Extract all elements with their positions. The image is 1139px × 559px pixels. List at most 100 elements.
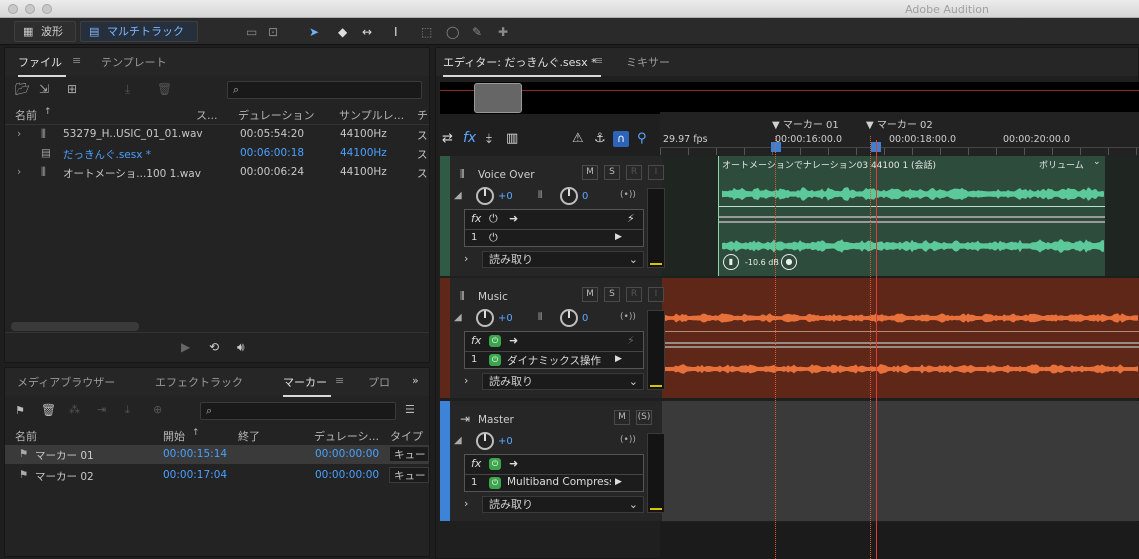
volume-value[interactable]: +0 [498,191,513,202]
volume-knob[interactable] [476,187,494,205]
expand-arrow-icon[interactable]: › [464,497,468,510]
column-type[interactable]: タイプ [390,428,423,444]
expand-arrow-icon[interactable]: › [17,128,21,140]
track-lane-master[interactable] [660,401,1139,521]
volume-value[interactable]: +0 [498,313,513,324]
toggle-volume-envelope-icon[interactable]: ⇄ [442,131,453,146]
column-channels[interactable]: チ [417,107,428,123]
column-status[interactable]: ス... [196,107,218,123]
slot-arrow-icon[interactable]: ▶ [615,354,622,364]
expand-arrow-icon[interactable]: › [464,374,468,387]
insert-marker-playlist-icon[interactable]: ⤓ [125,403,130,417]
volume-value[interactable]: +0 [498,436,513,447]
effects-rack-icon[interactable]: fx [463,130,476,146]
editor-menu-icon[interactable]: ≡ [594,54,603,67]
spectral-display-icon[interactable]: ▭ [246,25,257,39]
pan-knob[interactable] [560,309,578,327]
autoplay-icon[interactable]: 🔊︎ [237,340,245,355]
automation-mode-select[interactable]: 読み取り ⌄ [482,251,644,268]
track-name[interactable]: Music [478,291,508,303]
tab-editor[interactable]: エディター: だっきんぐ.sesx * [443,54,601,77]
mute-button[interactable]: M [582,287,598,302]
files-menu-icon[interactable]: ≡ [72,54,81,67]
slot-power-icon[interactable]: ⏻ [489,477,501,489]
fx-power-icon[interactable]: ⏻ [489,335,501,347]
marker-02-flag[interactable]: ▼ マーカー 02 [866,116,933,131]
file-row[interactable]: › ⫼ 53279_H..USIC_01_01.wav 00:05:54:20 … [5,125,429,144]
tab-files[interactable]: ファイル [18,54,66,77]
filter-markers-icon[interactable]: ☰ [405,403,415,416]
insert-into-multitrack-icon[interactable]: ⤓ [125,82,130,97]
pre-post-fader-icon[interactable]: ➜ [509,457,518,470]
monitor-input-button[interactable]: I [648,165,664,180]
marker-duration[interactable]: 00:00:00:00 [315,469,379,481]
slip-tool-icon[interactable]: ↔ [362,25,372,39]
volume-knob[interactable] [476,432,494,450]
marker-row[interactable]: ⚑ マーカー 02 00:00:17:04 00:00:00:00 キュー [5,466,429,485]
slot-power-icon[interactable]: ⏻ [489,231,498,245]
solo-button[interactable]: S [604,287,620,302]
time-selection-tool-icon[interactable]: I [394,25,398,39]
track-name[interactable]: Master [478,414,514,426]
overview-bar[interactable] [440,82,1139,114]
spot-healing-tool-icon[interactable]: ✚ [498,25,508,39]
stereo-icon[interactable]: (•)) [620,190,636,200]
tab-media-browser[interactable]: メディアブラウザー [17,374,115,390]
column-end[interactable]: 終了 [238,428,260,444]
snap-icon[interactable]: ⚓︎ [594,131,606,146]
stereo-icon[interactable]: (•)) [620,435,636,445]
new-file-icon[interactable]: ⊞ [67,82,77,96]
playhead-line[interactable] [876,140,877,559]
delete-file-icon[interactable]: 🗑︎ [157,82,172,96]
marker-01-handle[interactable] [771,142,781,152]
snapping-magnet-icon[interactable]: ∩ [613,131,629,147]
monitor-input-button[interactable]: I [648,287,664,302]
pan-value[interactable]: 0 [582,313,588,324]
fx-slot-label[interactable]: ダイナミックス操作 [507,353,601,368]
lasso-tool-icon[interactable]: ◯ [446,25,459,39]
markers-menu-icon[interactable]: ≡ [335,374,344,387]
column-samplerate[interactable]: サンプルレ... [339,107,404,123]
tab-properties[interactable]: プロ [368,374,390,390]
sends-icon[interactable]: ⤈ [486,131,492,146]
waveform-view-button[interactable]: ▦ 波形 [14,21,76,42]
horizontal-scrollbar[interactable] [11,322,139,331]
tab-effects-rack[interactable]: エフェクトラック [155,374,243,390]
file-row[interactable]: › ⫼ オートメーショ...100 1.wav 00:00:06:24 4410… [5,163,429,182]
fx-icon[interactable]: fx [471,212,481,225]
marker-start[interactable]: 00:00:15:14 [163,448,227,460]
expand-arrow-icon[interactable]: › [464,252,468,265]
automation-mode-select[interactable]: 読み取り ⌄ [482,373,644,390]
fx-icon[interactable]: fx [471,457,481,470]
time-ruler[interactable]: 29.97 fps ▼ マーカー 01 ▼ マーカー 02 00:00:16:0… [660,112,1139,156]
move-tool-icon[interactable]: ➤ [309,25,319,39]
fx-slot-label[interactable]: Multiband Compressor [507,476,611,488]
record-arm-button[interactable]: R [626,287,642,302]
volume-knob[interactable] [476,309,494,327]
pan-value[interactable]: 0 [582,191,588,202]
tab-markers[interactable]: マーカー [283,374,331,397]
eq-icon[interactable]: ▥ [506,131,518,146]
markers-search-input[interactable]: ⌕ [200,402,396,420]
pitch-display-icon[interactable]: ⊡ [268,25,278,39]
marker-start[interactable]: 00:00:17:04 [163,469,227,481]
column-duration[interactable]: デュレーション [238,107,315,123]
column-name[interactable]: 名前 [15,107,37,123]
play-icon[interactable]: ▶ [181,340,190,354]
marquee-tool-icon[interactable]: ⬚ [421,25,432,39]
column-start[interactable]: 開始 [163,428,185,444]
files-search-input[interactable]: ⌕ [227,81,422,99]
more-tabs-icon[interactable]: » [412,374,419,387]
pre-post-fader-icon[interactable]: ➜ [509,334,518,347]
brush-tool-icon[interactable]: ✎ [472,25,482,39]
metronome-icon[interactable]: ⚠︎ [572,131,584,146]
open-file-icon[interactable]: 📂︎ [15,82,30,96]
pan-knob[interactable] [560,187,578,205]
marker-row[interactable]: ⚑ マーカー 01 00:00:15:14 00:00:00:00 キュー [5,445,429,464]
solo-button[interactable]: S [604,165,620,180]
fx-power-icon[interactable]: ⏻ [489,458,501,470]
merge-markers-icon[interactable]: ⁂ [69,403,80,416]
expand-arrow-icon[interactable]: › [17,166,21,178]
pre-post-fader-icon[interactable]: ➜ [509,212,518,225]
track-name[interactable]: Voice Over [478,169,535,181]
